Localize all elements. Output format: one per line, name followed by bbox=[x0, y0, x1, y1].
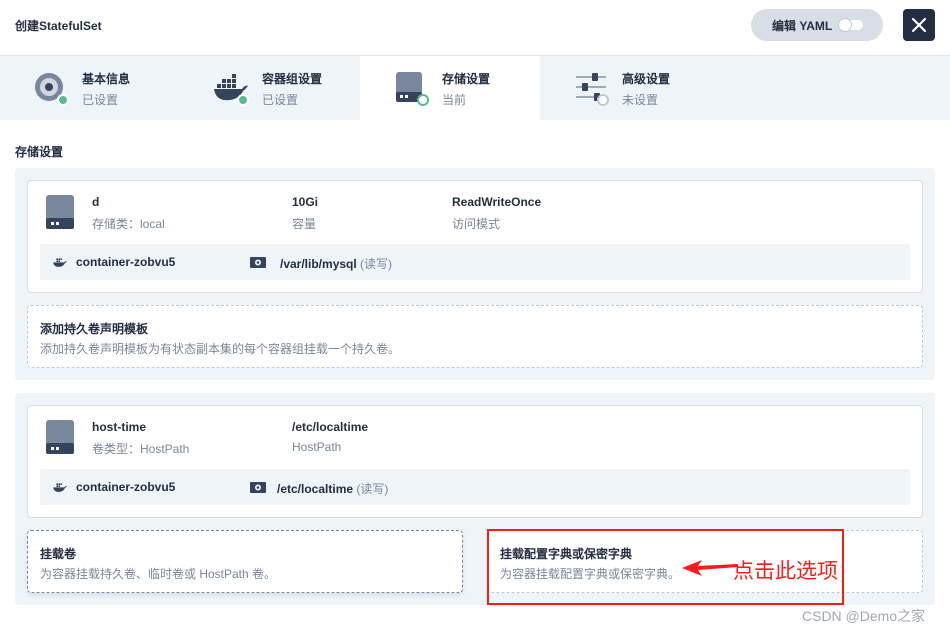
add-template-desc: 添加持久卷声明模板为有状态副本集的每个容器组挂载一个持久卷。 bbox=[40, 342, 401, 356]
tab-title: 存储设置 bbox=[442, 72, 491, 86]
volume-name: host-time bbox=[92, 420, 146, 434]
docker-whale-icon bbox=[53, 483, 67, 492]
volume-card[interactable]: host-time 卷类型：HostPath /etc/localtime Ho… bbox=[27, 405, 923, 518]
capacity-value: 10Gi bbox=[292, 195, 319, 209]
tab-status: 已设置 bbox=[82, 93, 119, 107]
tab-status: 已设置 bbox=[262, 93, 299, 107]
mount-path: /var/lib/mysql (读写) bbox=[280, 255, 392, 272]
modal-header: 创建StatefulSet 编辑 YAML bbox=[0, 0, 950, 56]
volume-type: 卷类型：HostPath bbox=[92, 442, 190, 456]
mount-row: container-zobvu5 /var/lib/mysql (读写) bbox=[40, 244, 910, 280]
access-mode-label: 访问模式 bbox=[452, 217, 501, 231]
annotation-arrow-icon bbox=[682, 560, 738, 576]
add-volume-template-button[interactable]: 添加持久卷声明模板 添加持久卷声明模板为有状态副本集的每个容器组挂载一个持久卷。 bbox=[27, 305, 923, 368]
edit-yaml-label: 编辑 YAML bbox=[772, 18, 833, 33]
volume-name: d bbox=[92, 195, 100, 209]
host-path-value: /etc/localtime bbox=[292, 420, 369, 434]
section-title: 存储设置 bbox=[15, 145, 64, 159]
hard-drive-icon bbox=[46, 195, 74, 229]
modal-title: 创建StatefulSet bbox=[15, 19, 102, 33]
current-status-dot bbox=[417, 94, 429, 106]
capacity-label: 容量 bbox=[292, 217, 317, 231]
mount-volume-title: 挂载卷 bbox=[40, 547, 77, 561]
mount-point-icon bbox=[250, 482, 266, 493]
close-icon bbox=[911, 17, 927, 33]
tab-basic-info[interactable]: 基本信息 已设置 bbox=[0, 56, 180, 120]
volume-template-card[interactable]: d 存储类：local 10Gi 容量 ReadWriteOnce 访问模式 c… bbox=[27, 180, 923, 293]
edit-yaml-toggle[interactable]: 编辑 YAML bbox=[751, 9, 883, 41]
hard-drive-icon bbox=[46, 420, 74, 454]
mount-path-value: /etc/localtime bbox=[277, 482, 354, 496]
tab-status: 未设置 bbox=[622, 93, 659, 107]
mount-path: /etc/localtime (读写) bbox=[277, 480, 388, 497]
mount-volume-button[interactable]: 挂载卷 为容器挂载持久卷、临时卷或 HostPath 卷。 bbox=[27, 530, 463, 593]
tab-storage-settings[interactable]: 存储设置 当前 bbox=[360, 56, 540, 120]
mount-row: container-zobvu5 /etc/localtime (读写) bbox=[40, 469, 910, 505]
status-dot bbox=[237, 94, 249, 106]
toggle-switch[interactable] bbox=[839, 19, 863, 31]
mount-path-value: /var/lib/mysql bbox=[280, 257, 357, 271]
watermark: CSDN @Demo之家 bbox=[802, 608, 926, 624]
mount-point-icon bbox=[250, 257, 266, 268]
mount-mode: (读写) bbox=[356, 482, 389, 496]
tab-title: 容器组设置 bbox=[262, 72, 323, 86]
access-mode-value: ReadWriteOnce bbox=[452, 195, 542, 209]
mount-volume-desc: 为容器挂载持久卷、临时卷或 HostPath 卷。 bbox=[40, 567, 277, 581]
container-name: container-zobvu5 bbox=[76, 255, 176, 269]
storage-class: 存储类：local bbox=[92, 217, 165, 231]
tab-pod-settings[interactable]: 容器组设置 已设置 bbox=[180, 56, 360, 120]
unset-status-dot bbox=[597, 94, 609, 106]
tab-advanced-settings[interactable]: 高级设置 未设置 bbox=[540, 56, 720, 120]
add-template-title: 添加持久卷声明模板 bbox=[40, 322, 149, 336]
tab-title: 高级设置 bbox=[622, 72, 671, 86]
tab-status: 当前 bbox=[442, 93, 467, 107]
step-tabs: 基本信息 已设置 容器组设置 已设置 存储设置 当前 高级设置 未设置 bbox=[0, 56, 950, 120]
tab-title: 基本信息 bbox=[82, 72, 131, 86]
status-dot bbox=[57, 94, 69, 106]
docker-whale-icon bbox=[53, 258, 67, 267]
mount-mode: (读写) bbox=[360, 257, 393, 271]
container-name: container-zobvu5 bbox=[76, 480, 176, 494]
close-button[interactable] bbox=[903, 9, 935, 41]
volume-templates-group: d 存储类：local 10Gi 容量 ReadWriteOnce 访问模式 c… bbox=[15, 168, 935, 380]
host-path-label: HostPath bbox=[292, 440, 342, 454]
annotation-text: 点击此选项 bbox=[733, 559, 838, 583]
